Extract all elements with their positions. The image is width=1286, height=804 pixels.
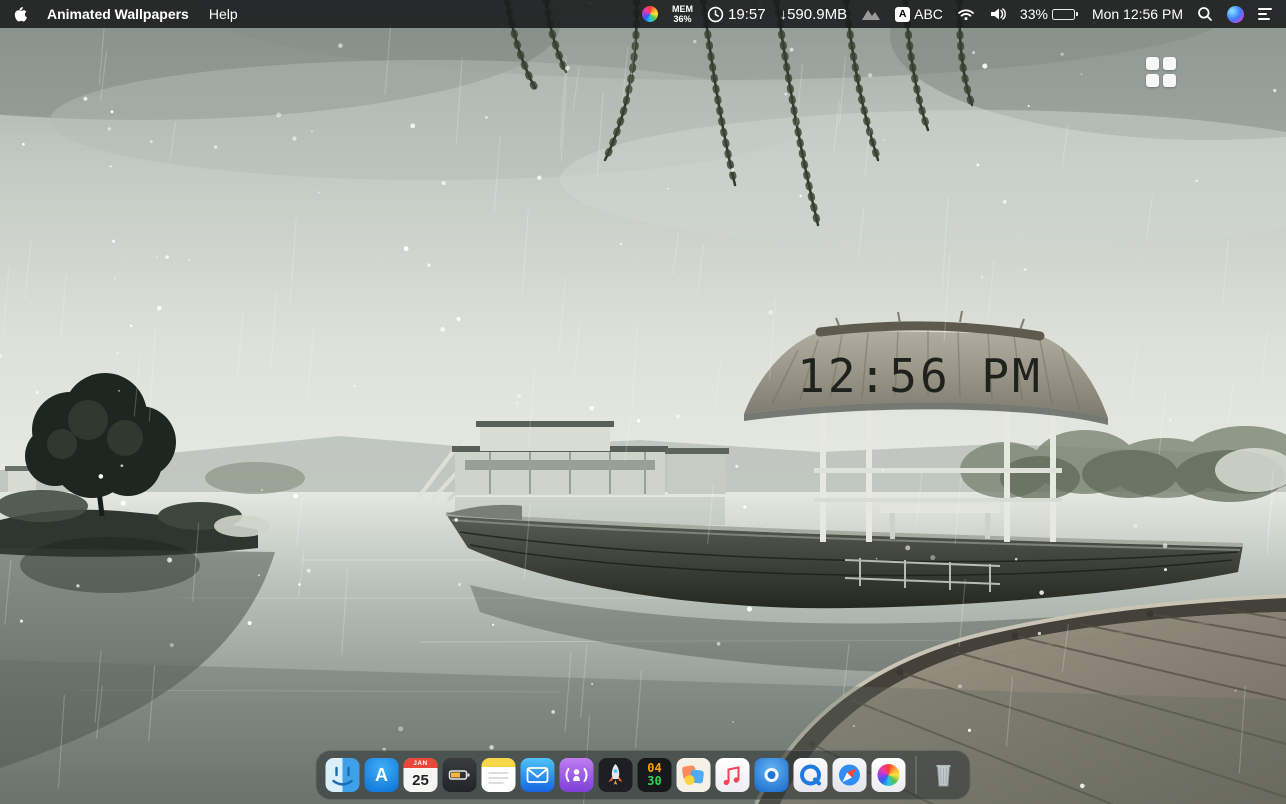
dock-icon-mail[interactable]: [521, 758, 555, 792]
volume-icon[interactable]: [989, 7, 1006, 21]
wifi-icon[interactable]: [957, 7, 975, 21]
rocket-icon: [599, 758, 633, 792]
envelope-icon: [521, 758, 555, 792]
mountain-app-menu-icon[interactable]: [861, 7, 881, 21]
monitor-time-widget[interactable]: 19:57: [707, 6, 766, 23]
wallpaper-widget-grid-button[interactable]: [1146, 57, 1176, 87]
compass-icon: [833, 758, 867, 792]
dock-icon-calendar[interactable]: JAN 25: [404, 758, 438, 792]
dock-icon-stickers[interactable]: [677, 758, 711, 792]
podcasts-waves-icon: [560, 758, 594, 792]
memory-usage-widget[interactable]: MEM 36%: [672, 4, 693, 24]
input-source-icon: A: [895, 7, 910, 22]
dock-icon-battery-monitor[interactable]: [443, 758, 477, 792]
dock-icon-safari[interactable]: [833, 758, 867, 792]
spotlight-search-icon[interactable]: [1197, 6, 1213, 22]
battery-icon: [1052, 9, 1078, 20]
wallpaper-clock-text: 12:56 PM: [797, 349, 1043, 403]
notes-lines-icon: [482, 758, 516, 792]
wallpaper-app-menu-icon[interactable]: [642, 6, 658, 22]
network-download-widget[interactable]: ↓590.9MB: [780, 6, 848, 23]
dock-icon-photo-booth[interactable]: [755, 758, 789, 792]
quicktime-q-icon: [794, 758, 828, 792]
siri-icon[interactable]: [1227, 6, 1244, 23]
stickers-icon: [677, 758, 711, 792]
desktop: 12:56 PM: [0, 0, 1286, 804]
apple-menu-icon[interactable]: [14, 6, 27, 22]
menu-bar: Animated Wallpapers Help MEM 36% 19:57 ↓…: [0, 0, 1286, 28]
camera-lens-icon: [755, 758, 789, 792]
calendar-month: JAN: [404, 758, 438, 768]
dock-icon-trash[interactable]: [927, 758, 961, 792]
wallpaper-scene: 12:56 PM: [0, 0, 1286, 804]
dock-icon-quicktime[interactable]: [794, 758, 828, 792]
trash-basket-icon: [927, 758, 961, 792]
battery-glyph-icon: [443, 758, 477, 792]
dock-icon-finder[interactable]: [326, 758, 360, 792]
finder-face-icon: [326, 758, 360, 792]
menu-date-time[interactable]: Mon 12:56 PM: [1092, 6, 1183, 22]
wallpaper: 12:56 PM: [0, 0, 1286, 804]
clock-icon: [707, 6, 724, 23]
dock-icon-animated-wallpapers[interactable]: [872, 758, 906, 792]
dock-divider: [916, 756, 917, 794]
notification-center-icon[interactable]: [1258, 8, 1272, 20]
dock-icon-podcasts[interactable]: [560, 758, 594, 792]
input-source-menu[interactable]: A ABC: [895, 6, 943, 22]
menu-help[interactable]: Help: [209, 6, 238, 22]
music-note-icon: [716, 758, 750, 792]
calendar-day: 25: [404, 768, 438, 792]
dock-icon-music[interactable]: [716, 758, 750, 792]
dock-icon-app-store[interactable]: A: [365, 758, 399, 792]
timer-bottom-digits: 30: [647, 775, 661, 788]
menu-app-name[interactable]: Animated Wallpapers: [47, 6, 189, 22]
dock-icon-notes[interactable]: [482, 758, 516, 792]
dock: A JAN 25: [316, 750, 971, 800]
dock-icon-timer[interactable]: 04 30: [638, 758, 672, 792]
pinwheel-icon: [878, 764, 900, 786]
app-store-a-glyph: A: [375, 765, 388, 786]
dock-icon-rocket-launcher[interactable]: [599, 758, 633, 792]
battery-status[interactable]: 33%: [1020, 6, 1078, 22]
